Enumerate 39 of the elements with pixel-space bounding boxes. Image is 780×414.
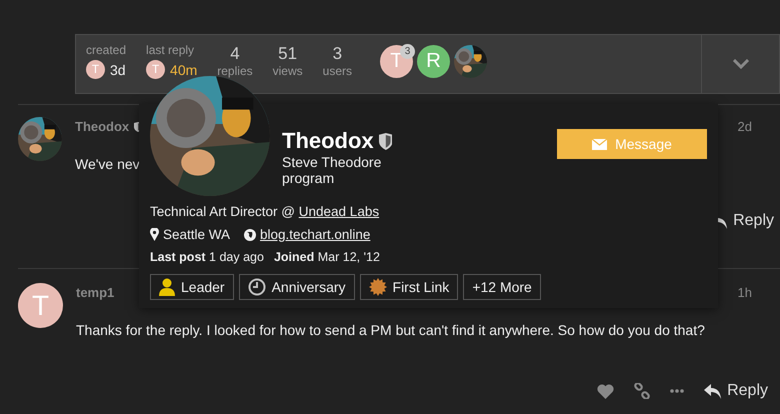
post-text: We've nev xyxy=(75,156,140,172)
globe-icon xyxy=(244,228,256,240)
map-pin-icon xyxy=(150,228,159,241)
website-link[interactable]: blog.techart.online xyxy=(260,227,370,242)
stat-label: last reply xyxy=(146,43,196,57)
stat-label: views xyxy=(272,64,303,78)
post-time: 1h xyxy=(738,285,752,300)
post-count: 3 xyxy=(400,44,415,58)
post-text: Thanks for the reply. I looked for how to send a PM but can't find it anywhere. So how do you do that? xyxy=(76,322,705,338)
envelope-icon xyxy=(592,138,608,150)
bio-text: Technical Art Director @ Undead Labs xyxy=(150,204,380,219)
more-icon[interactable] xyxy=(670,389,684,393)
stat-label: replies xyxy=(217,64,253,78)
time-value: 40m xyxy=(170,62,198,78)
time-value: 3d xyxy=(110,62,126,78)
stat-label: users xyxy=(322,64,352,78)
last-post: Last post 1 day ago xyxy=(150,250,264,264)
username[interactable]: temp1 xyxy=(76,285,114,300)
badge[interactable]: Leader xyxy=(150,274,234,300)
username[interactable]: Theodox xyxy=(75,119,130,134)
chevron-down-icon xyxy=(732,59,748,69)
reply-button[interactable]: Reply xyxy=(704,382,768,400)
stat-label: created xyxy=(86,43,126,57)
company-link[interactable]: Undead Labs xyxy=(298,204,380,219)
stat-value: 51 xyxy=(278,44,298,64)
stat-value: 3 xyxy=(332,44,342,64)
badge[interactable]: Anniversary xyxy=(238,274,355,300)
user-title: program xyxy=(282,170,336,186)
full-name: Steve Theodore xyxy=(282,154,382,170)
joined-date: Joined Mar 12, '12 xyxy=(274,250,380,264)
user-name: Theodox xyxy=(282,128,374,154)
reply-icon xyxy=(704,384,722,398)
link-icon[interactable] xyxy=(634,383,650,399)
stat-value: 4 xyxy=(230,44,240,64)
location: Seattle WA xyxy=(163,227,230,242)
post-time: 2d xyxy=(738,119,752,134)
badge[interactable]: +12 More xyxy=(463,274,541,300)
badge[interactable]: First Link xyxy=(360,274,458,300)
heart-icon[interactable] xyxy=(597,384,614,398)
